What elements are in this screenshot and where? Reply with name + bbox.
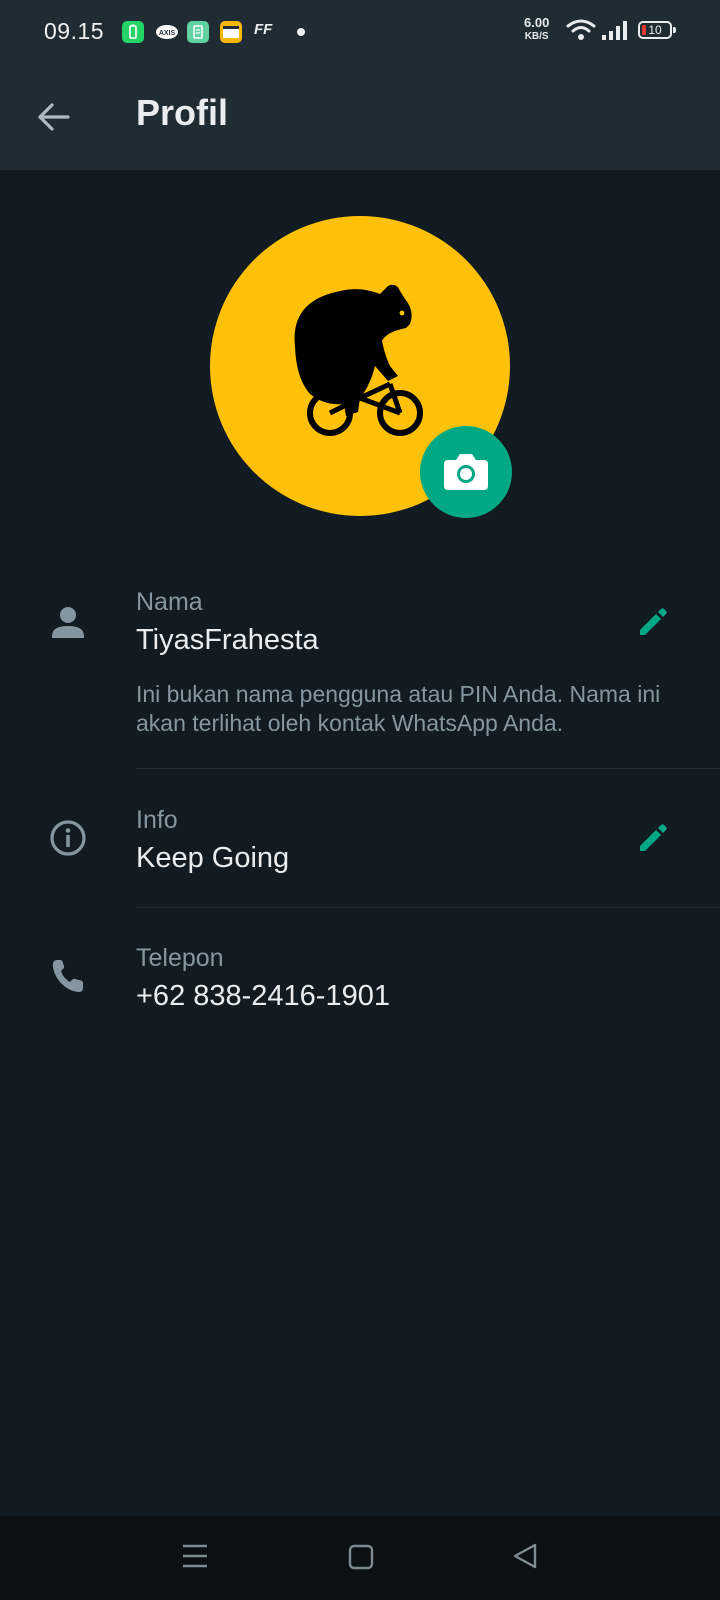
person-icon (48, 602, 88, 642)
more-notifications-dot (297, 28, 305, 36)
name-hint: Ini bukan nama pengguna atau PIN Anda. N… (136, 681, 661, 736)
info-value: Keep Going (136, 842, 290, 874)
shopping-app-icon (220, 21, 242, 43)
network-speed: 6.00 KB/S (524, 15, 550, 42)
pencil-icon (640, 608, 667, 635)
system-nav-bar (0, 1516, 720, 1600)
signal-icon (601, 19, 629, 46)
divider (136, 768, 720, 769)
svg-text:AXIS: AXIS (159, 30, 176, 37)
battery-app-icon (122, 21, 144, 43)
arrow-left-icon (38, 103, 70, 131)
status-bar: 09.15 AXIS FF 6.00 KB/S 10 (0, 0, 720, 64)
page-title: Profil (136, 92, 229, 133)
back-button[interactable] (34, 97, 74, 137)
divider (136, 907, 720, 908)
info-icon (48, 818, 88, 858)
battery-icon: 10 (638, 21, 676, 39)
name-value: TiyasFrahesta (136, 624, 319, 656)
phone-label: Telepon (136, 944, 224, 972)
phone-value: +62 838-2416-1901 (136, 980, 390, 1012)
menu-icon[interactable] (182, 1542, 208, 1575)
status-time: 09.15 (44, 18, 105, 44)
phone-row: Telepon +62 838-2416-1901 (0, 936, 720, 1046)
calculator-app-icon (187, 21, 209, 43)
pencil-icon (640, 824, 667, 851)
home-icon[interactable] (348, 1542, 374, 1575)
app-bar: Profil (0, 64, 720, 170)
phone-icon (48, 956, 88, 996)
name-row[interactable]: Nama TiyasFrahesta Ini bukan nama penggu… (0, 580, 720, 770)
name-label: Nama (136, 588, 203, 616)
info-row[interactable]: Info Keep Going (0, 798, 720, 908)
camera-icon (444, 454, 488, 490)
change-photo-button[interactable] (420, 426, 512, 518)
edit-info-button[interactable] (634, 820, 670, 856)
info-label: Info (136, 806, 178, 834)
ff-app-icon: FF (254, 21, 273, 38)
back-triangle-icon[interactable] (512, 1542, 538, 1575)
edit-name-button[interactable] (634, 604, 670, 640)
wifi-icon (566, 18, 596, 47)
axis-app-icon: AXIS (155, 21, 179, 43)
